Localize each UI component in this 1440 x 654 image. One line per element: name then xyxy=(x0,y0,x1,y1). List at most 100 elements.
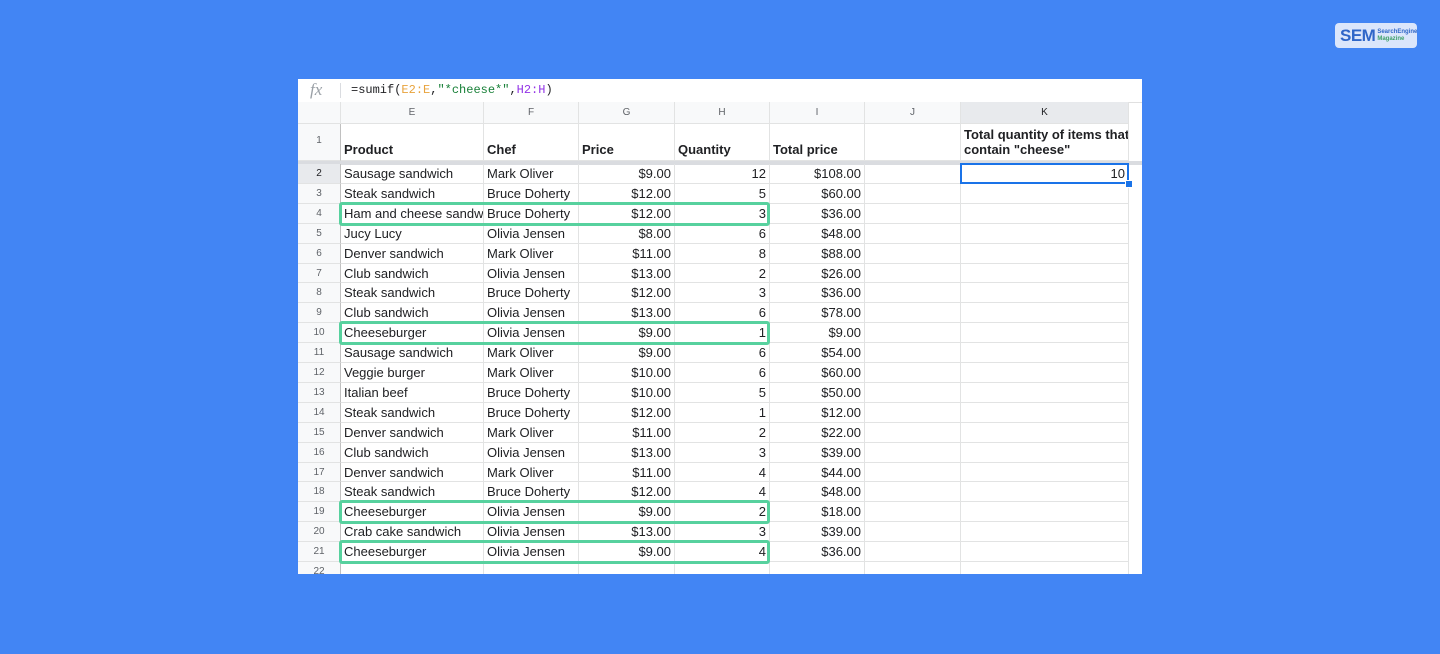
column-header-h[interactable]: H xyxy=(675,102,770,124)
cell-j[interactable] xyxy=(865,423,961,443)
header-cell-k[interactable]: Total quantity of items that contain "che… xyxy=(961,124,1129,161)
column-header-i[interactable]: I xyxy=(770,102,865,124)
cell-chef[interactable]: Olivia Jensen xyxy=(484,542,579,562)
cell-product[interactable]: Club sandwich xyxy=(341,303,484,323)
cell-k[interactable] xyxy=(961,283,1129,303)
active-cell-k2[interactable] xyxy=(960,163,1129,184)
cell-j[interactable] xyxy=(865,224,961,244)
cell-j[interactable] xyxy=(865,363,961,383)
cell-chef[interactable]: Olivia Jensen xyxy=(484,522,579,542)
cell-price[interactable]: $13.00 xyxy=(579,443,675,463)
cell-chef[interactable]: Mark Oliver xyxy=(484,164,579,184)
cell-chef[interactable]: Mark Oliver xyxy=(484,423,579,443)
fill-handle[interactable] xyxy=(1125,180,1133,188)
cell-total[interactable]: $60.00 xyxy=(770,363,865,383)
header-cell-empty[interactable] xyxy=(865,124,961,161)
cell-price[interactable]: $13.00 xyxy=(579,522,675,542)
select-all-corner[interactable] xyxy=(298,102,341,124)
cell-j[interactable] xyxy=(865,403,961,423)
cell-total[interactable] xyxy=(770,562,865,574)
row-header[interactable]: 17 xyxy=(298,463,341,482)
cell-product[interactable]: Steak sandwich xyxy=(341,403,484,423)
cell-j[interactable] xyxy=(865,184,961,204)
cell-k[interactable] xyxy=(961,184,1129,204)
cell-chef[interactable]: Bruce Doherty xyxy=(484,184,579,204)
cell-total[interactable]: $78.00 xyxy=(770,303,865,323)
cell-price[interactable]: $9.00 xyxy=(579,542,675,562)
cell-chef[interactable]: Olivia Jensen xyxy=(484,502,579,522)
cell-total[interactable]: $60.00 xyxy=(770,184,865,204)
cell-qty[interactable] xyxy=(675,562,770,574)
cell-k[interactable] xyxy=(961,264,1129,283)
cell-chef[interactable]: Olivia Jensen xyxy=(484,323,579,343)
cell-chef[interactable]: Mark Oliver xyxy=(484,463,579,482)
cell-qty[interactable]: 4 xyxy=(675,542,770,562)
cell-total[interactable]: $18.00 xyxy=(770,502,865,522)
cell-product[interactable]: Sausage sandwich xyxy=(341,343,484,363)
cell-qty[interactable]: 4 xyxy=(675,482,770,502)
cell-product[interactable]: Steak sandwich xyxy=(341,482,484,502)
cell-chef[interactable]: Mark Oliver xyxy=(484,244,579,264)
cell-k[interactable] xyxy=(961,562,1129,574)
cell-j[interactable] xyxy=(865,303,961,323)
cell-qty[interactable]: 2 xyxy=(675,423,770,443)
header-cell-quantity[interactable]: Quantity xyxy=(675,124,770,161)
cell-chef[interactable]: Olivia Jensen xyxy=(484,443,579,463)
column-header-e[interactable]: E xyxy=(341,102,484,124)
cell-total[interactable]: $39.00 xyxy=(770,443,865,463)
row-header[interactable]: 11 xyxy=(298,343,341,363)
row-header[interactable]: 4 xyxy=(298,204,341,224)
row-header[interactable]: 14 xyxy=(298,403,341,423)
cell-total[interactable]: $88.00 xyxy=(770,244,865,264)
column-header-g[interactable]: G xyxy=(579,102,675,124)
row-header[interactable]: 3 xyxy=(298,184,341,204)
cell-j[interactable] xyxy=(865,264,961,283)
header-cell-product[interactable]: Product xyxy=(341,124,484,161)
cell-price[interactable]: $9.00 xyxy=(579,343,675,363)
cell-product[interactable]: Jucy Lucy xyxy=(341,224,484,244)
cell-chef[interactable]: Olivia Jensen xyxy=(484,224,579,244)
cell-product[interactable]: Denver sandwich xyxy=(341,423,484,443)
cell-product[interactable]: Crab cake sandwich xyxy=(341,522,484,542)
formula-input[interactable]: =sumif(E2:E,"*cheese*",H2:H) xyxy=(351,83,553,97)
cell-qty[interactable]: 5 xyxy=(675,184,770,204)
cell-qty[interactable]: 6 xyxy=(675,303,770,323)
cell-total[interactable]: $50.00 xyxy=(770,383,865,403)
cell-chef[interactable]: Olivia Jensen xyxy=(484,264,579,283)
cell-k[interactable] xyxy=(961,323,1129,343)
cell-product[interactable]: Denver sandwich xyxy=(341,463,484,482)
cell-chef[interactable]: Bruce Doherty xyxy=(484,403,579,423)
cell-qty[interactable]: 3 xyxy=(675,283,770,303)
cell-chef[interactable] xyxy=(484,562,579,574)
cell-total[interactable]: $22.00 xyxy=(770,423,865,443)
cell-product[interactable]: Cheeseburger xyxy=(341,542,484,562)
cell-j[interactable] xyxy=(865,244,961,264)
row-header[interactable]: 5 xyxy=(298,224,341,244)
cell-chef[interactable]: Mark Oliver xyxy=(484,343,579,363)
cell-price[interactable]: $9.00 xyxy=(579,164,675,184)
header-cell-price[interactable]: Price xyxy=(579,124,675,161)
cell-price[interactable]: $12.00 xyxy=(579,283,675,303)
cell-product[interactable]: Cheeseburger xyxy=(341,502,484,522)
cell-chef[interactable]: Bruce Doherty xyxy=(484,482,579,502)
cell-k[interactable] xyxy=(961,343,1129,363)
cell-product[interactable]: Club sandwich xyxy=(341,443,484,463)
cell-qty[interactable]: 12 xyxy=(675,164,770,184)
cell-k[interactable] xyxy=(961,502,1129,522)
cell-total[interactable]: $36.00 xyxy=(770,204,865,224)
cell-k[interactable] xyxy=(961,383,1129,403)
cell-product[interactable]: Sausage sandwich xyxy=(341,164,484,184)
row-header[interactable]: 6 xyxy=(298,244,341,264)
cell-k[interactable] xyxy=(961,403,1129,423)
cell-j[interactable] xyxy=(865,542,961,562)
row-header[interactable]: 9 xyxy=(298,303,341,323)
cell-qty[interactable]: 5 xyxy=(675,383,770,403)
cell-k[interactable] xyxy=(961,482,1129,502)
cell-k[interactable] xyxy=(961,363,1129,383)
cell-price[interactable]: $12.00 xyxy=(579,403,675,423)
cell-total[interactable]: $48.00 xyxy=(770,482,865,502)
row-header[interactable]: 18 xyxy=(298,482,341,502)
cell-total[interactable]: $12.00 xyxy=(770,403,865,423)
cell-qty[interactable]: 4 xyxy=(675,463,770,482)
cell-j[interactable] xyxy=(865,502,961,522)
